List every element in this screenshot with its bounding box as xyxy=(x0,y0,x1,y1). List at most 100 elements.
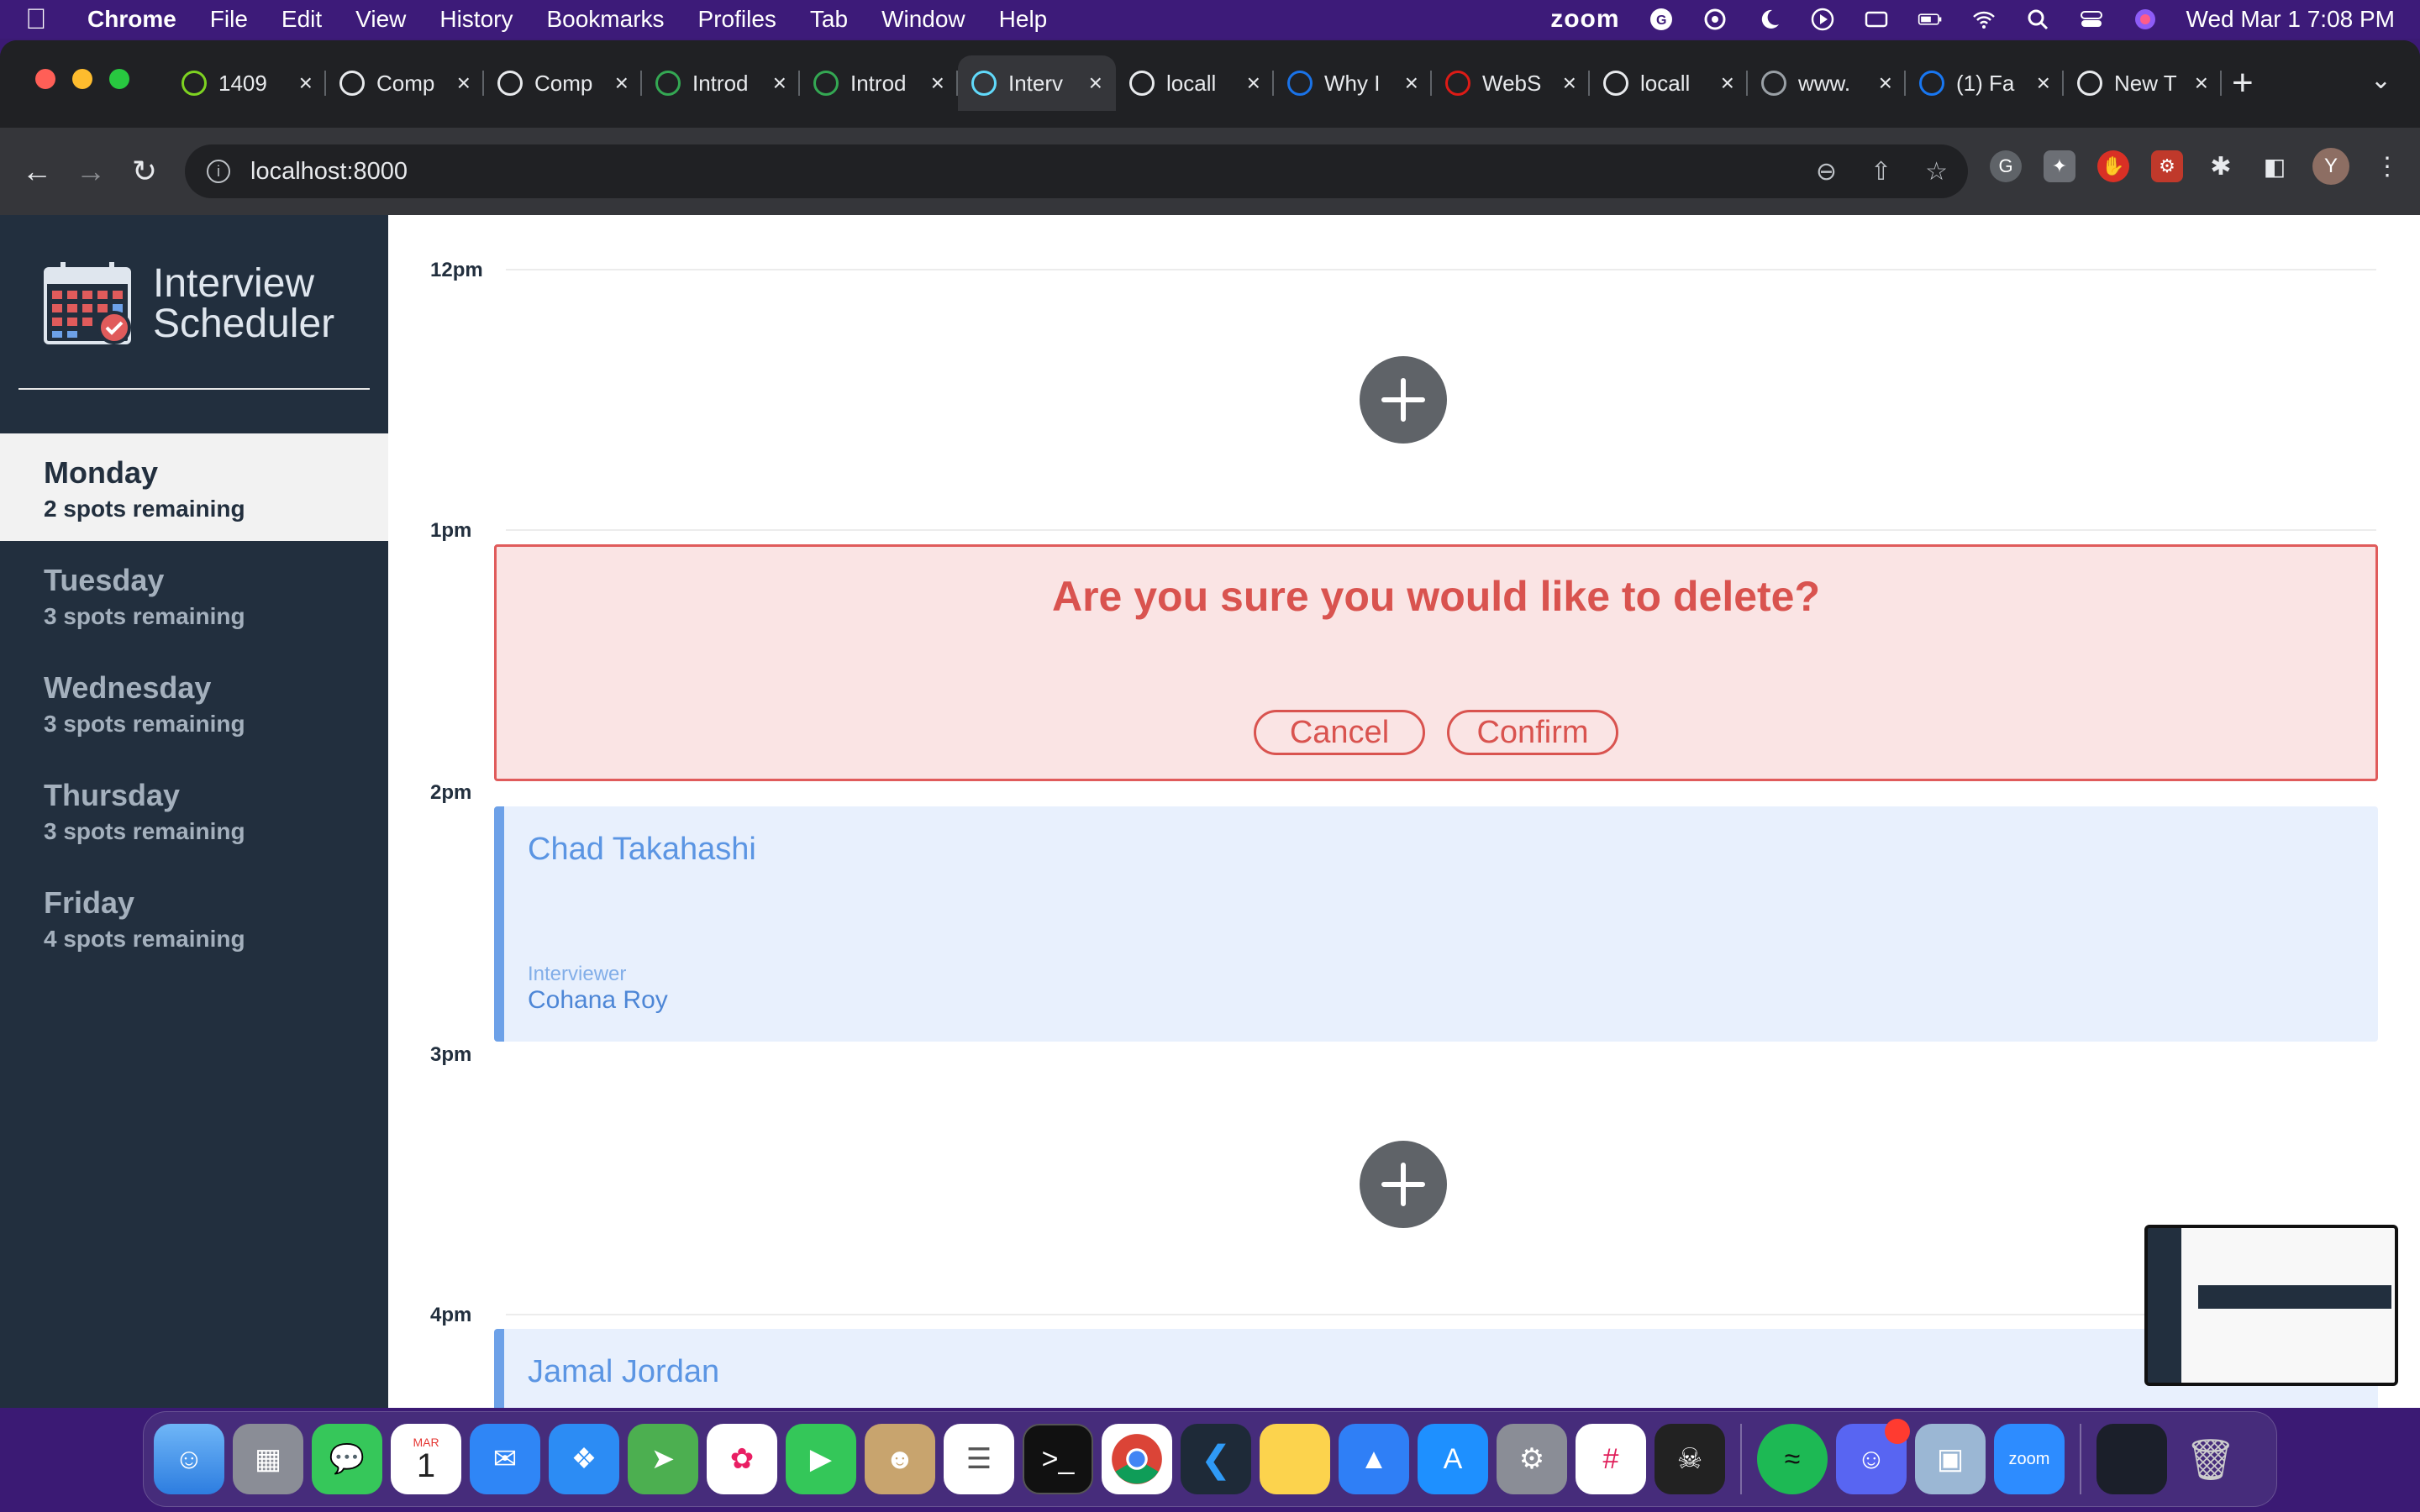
safari-icon[interactable]: ❖ xyxy=(549,1424,619,1494)
close-tab-icon[interactable]: × xyxy=(773,70,786,97)
day-item-wednesday[interactable]: Wednesday 3 spots remaining xyxy=(0,648,388,756)
minimize-window-button[interactable] xyxy=(72,69,92,89)
browser-tab[interactable]: Interv × xyxy=(958,55,1116,111)
menu-history[interactable]: History xyxy=(439,6,513,33)
facetime-icon[interactable]: ▶ xyxy=(786,1424,856,1494)
zoom-out-icon[interactable]: ⊖ xyxy=(1816,157,1837,186)
close-window-button[interactable] xyxy=(35,69,55,89)
battery-icon[interactable] xyxy=(1918,7,1943,32)
browser-tab[interactable]: www. × xyxy=(1748,55,1906,111)
browser-tab[interactable]: Why I × xyxy=(1274,55,1432,111)
discord-icon[interactable]: ☺ xyxy=(1836,1419,1910,1494)
control-center-icon[interactable] xyxy=(2079,7,2104,32)
grammarly-icon[interactable]: G xyxy=(1649,7,1674,32)
zoom-app-icon[interactable]: zoom xyxy=(1994,1424,2065,1494)
menu-file[interactable]: File xyxy=(210,6,248,33)
zoom-status-item[interactable]: zoom xyxy=(1550,5,1619,34)
preview-icon[interactable]: ▣ xyxy=(1915,1424,1986,1494)
kebab-menu-icon[interactable]: ⋮ xyxy=(2371,150,2403,182)
browser-tab[interactable]: Comp × xyxy=(326,55,484,111)
close-tab-icon[interactable]: × xyxy=(457,70,471,97)
messages-icon[interactable]: 💬 xyxy=(312,1424,382,1494)
appointment-card[interactable]: Jamal Jordan xyxy=(494,1329,2378,1408)
close-tab-icon[interactable]: × xyxy=(2195,70,2208,97)
system-settings-icon[interactable]: ⚙ xyxy=(1497,1424,1567,1494)
mail-icon[interactable]: ✉ xyxy=(470,1424,540,1494)
browser-tab[interactable]: locall × xyxy=(1116,55,1274,111)
chrome-icon[interactable] xyxy=(1102,1424,1172,1494)
menu-tab[interactable]: Tab xyxy=(810,6,848,33)
side-panel-icon[interactable]: ◧ xyxy=(2259,150,2291,182)
slack-icon[interactable]: # xyxy=(1576,1424,1646,1494)
app-store-icon[interactable]: A xyxy=(1418,1424,1488,1494)
appointment-card[interactable]: Chad Takahashi Interviewer Cohana Roy xyxy=(494,806,2378,1042)
photos-icon[interactable]: ✿ xyxy=(707,1424,777,1494)
apple-menu-icon[interactable]:  xyxy=(25,3,59,36)
puzzle-icon[interactable]: ✱ xyxy=(2205,150,2237,182)
launchpad-icon[interactable]: ▦ xyxy=(233,1424,303,1494)
minimized-window-icon[interactable] xyxy=(2096,1424,2167,1494)
grammarly-extension-icon[interactable]: G xyxy=(1990,150,2022,182)
moon-icon[interactable] xyxy=(1756,7,1781,32)
screen-recording-preview[interactable] xyxy=(2144,1225,2398,1386)
profile-avatar[interactable]: Y xyxy=(2312,148,2349,185)
url-text[interactable]: localhost:8000 xyxy=(250,158,408,186)
menubar-datetime[interactable]: Wed Mar 1 7:08 PM xyxy=(2186,6,2395,33)
day-item-friday[interactable]: Friday 4 spots remaining xyxy=(0,864,388,971)
day-item-monday[interactable]: Monday 2 spots remaining xyxy=(0,433,388,541)
devtools-extension-icon[interactable]: ⚙ xyxy=(2151,150,2183,182)
browser-tab[interactable]: Introd × xyxy=(642,55,800,111)
close-tab-icon[interactable]: × xyxy=(1247,70,1260,97)
browser-tab[interactable]: Comp × xyxy=(484,55,642,111)
siri-icon[interactable] xyxy=(2133,7,2158,32)
site-info-icon[interactable]: i xyxy=(207,160,230,183)
menu-app-name[interactable]: Chrome xyxy=(87,6,176,33)
chevron-down-icon[interactable]: ⌄ xyxy=(2370,66,2391,95)
sync-icon[interactable] xyxy=(1702,7,1728,32)
add-appointment-button[interactable] xyxy=(1360,356,1447,444)
wifi-icon[interactable] xyxy=(1971,7,1996,32)
zoom-window-button[interactable] xyxy=(109,69,129,89)
browser-tab[interactable]: Introd × xyxy=(800,55,958,111)
reload-icon[interactable]: ↻ xyxy=(118,154,171,189)
day-item-thursday[interactable]: Thursday 3 spots remaining xyxy=(0,756,388,864)
play-icon[interactable] xyxy=(1810,7,1835,32)
adblock-extension-icon[interactable]: ✋ xyxy=(2097,150,2129,182)
close-tab-icon[interactable]: × xyxy=(1405,70,1418,97)
browser-tab[interactable]: (1) Fa × xyxy=(1906,55,2064,111)
browser-tab[interactable]: locall × xyxy=(1590,55,1748,111)
tools-extension-icon[interactable]: ✦ xyxy=(2044,150,2075,182)
bookmark-star-icon[interactable]: ☆ xyxy=(1925,157,1948,186)
skull-app-icon[interactable]: ☠ xyxy=(1655,1424,1725,1494)
cancel-button[interactable]: Cancel xyxy=(1254,710,1425,755)
search-icon[interactable] xyxy=(2025,7,2050,32)
trash-icon[interactable]: 🗑 xyxy=(2175,1424,2246,1494)
address-bar[interactable]: i localhost:8000 ⊖ ⇧ ☆ xyxy=(185,144,1968,198)
calendar-icon[interactable]: MAR 1 xyxy=(391,1424,461,1494)
close-tab-icon[interactable]: × xyxy=(931,70,944,97)
close-tab-icon[interactable]: × xyxy=(299,70,313,97)
terminal-icon[interactable]: >_ xyxy=(1023,1424,1093,1494)
new-tab-button[interactable]: + xyxy=(2232,62,2254,104)
maps-icon[interactable]: ➤ xyxy=(628,1424,698,1494)
close-tab-icon[interactable]: × xyxy=(615,70,629,97)
menu-view[interactable]: View xyxy=(355,6,406,33)
share-icon[interactable]: ⇧ xyxy=(1870,157,1891,186)
contacts-icon[interactable]: ☻ xyxy=(865,1424,935,1494)
close-tab-icon[interactable]: × xyxy=(1879,70,1892,97)
back-arrow-icon[interactable]: ← xyxy=(10,154,64,189)
finder-icon[interactable]: ☺ xyxy=(154,1424,224,1494)
spotify-icon[interactable]: ≈ xyxy=(1757,1424,1828,1494)
browser-tab[interactable]: New T × xyxy=(2064,55,2222,111)
menu-help[interactable]: Help xyxy=(999,6,1048,33)
vscode-icon[interactable]: ❮ xyxy=(1181,1424,1251,1494)
add-appointment-button[interactable] xyxy=(1360,1141,1447,1228)
display-icon[interactable] xyxy=(1864,7,1889,32)
close-tab-icon[interactable]: × xyxy=(1089,70,1102,97)
reminders-icon[interactable]: ☰ xyxy=(944,1424,1014,1494)
browser-tab[interactable]: WebS × xyxy=(1432,55,1590,111)
day-item-tuesday[interactable]: Tuesday 3 spots remaining xyxy=(0,541,388,648)
close-tab-icon[interactable]: × xyxy=(1721,70,1734,97)
menu-edit[interactable]: Edit xyxy=(281,6,322,33)
forward-arrow-icon[interactable]: → xyxy=(64,154,118,189)
